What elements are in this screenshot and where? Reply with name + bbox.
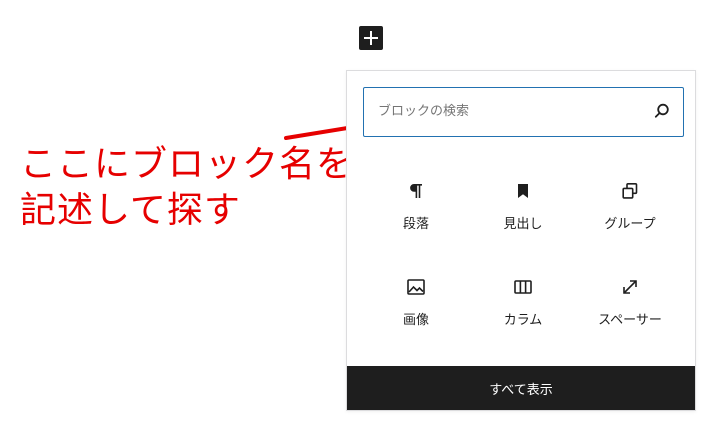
block-label: スペーサー <box>598 313 662 328</box>
annotation-line-1: ここにブロック名を <box>20 144 354 185</box>
block-label: グループ <box>604 217 656 232</box>
block-spacer[interactable]: スペーサー <box>577 263 683 349</box>
block-label: 段落 <box>402 217 429 232</box>
block-heading[interactable]: 見出し <box>470 167 576 253</box>
block-label: 画像 <box>402 313 429 328</box>
search-box <box>363 87 684 137</box>
search-icon[interactable] <box>653 102 671 120</box>
browse-all-button[interactable]: すべて表示 <box>347 366 695 410</box>
annotation-line-2: 記述して探す <box>20 190 241 231</box>
block-paragraph[interactable]: 段落 <box>363 167 469 253</box>
browse-all-label: すべて表示 <box>489 382 553 398</box>
columns-icon <box>511 275 535 299</box>
bookmark-icon <box>511 179 535 203</box>
add-block-button[interactable] <box>359 26 383 50</box>
block-image[interactable]: 画像 <box>363 263 469 349</box>
resize-icon <box>618 275 642 299</box>
annotation-text: ここにブロック名を 記述して探す <box>20 142 354 234</box>
block-label: カラム <box>503 313 543 328</box>
group-icon <box>618 179 642 203</box>
paragraph-icon <box>404 179 428 203</box>
image-icon <box>404 275 428 299</box>
block-label: 見出し <box>503 217 543 232</box>
block-columns[interactable]: カラム <box>470 263 576 349</box>
block-group[interactable]: グループ <box>577 167 683 253</box>
plus-icon <box>364 31 378 45</box>
block-inserter-panel: 段落 見出し グループ <box>346 70 696 411</box>
search-input[interactable] <box>376 88 640 135</box>
